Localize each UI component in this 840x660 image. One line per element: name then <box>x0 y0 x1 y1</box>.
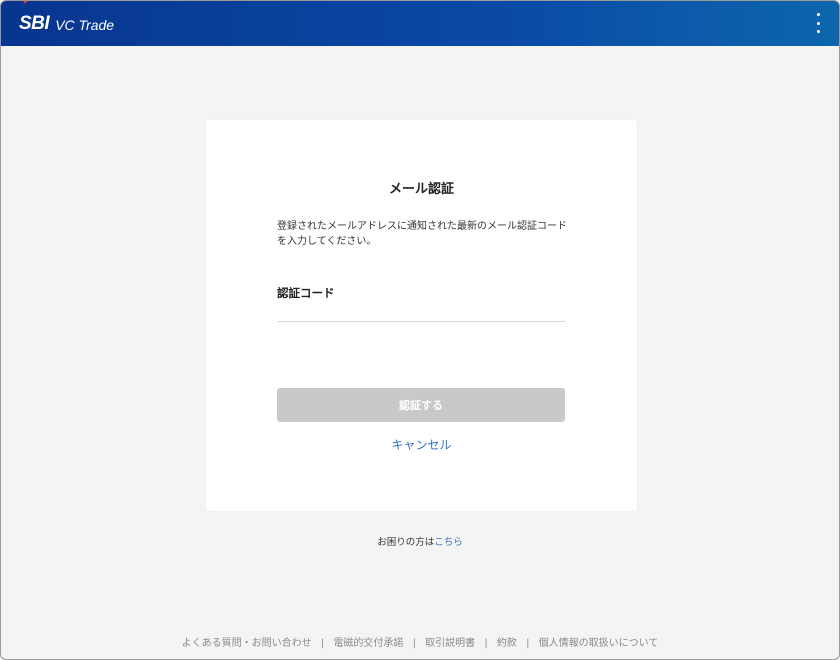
help-link[interactable]: こちら <box>434 537 463 548</box>
footer-link-terms[interactable]: 約款 <box>497 638 517 649</box>
footer-separator: | <box>320 638 325 649</box>
app-window: SBI VC Trade メール認証 登録されたメールアドレスに通知された最新の… <box>0 0 840 660</box>
logo-mark: SBI <box>19 12 50 34</box>
footer-link-faq[interactable]: よくある質問・お問い合わせ <box>182 638 312 649</box>
footer-separator: | <box>484 638 488 649</box>
cancel-link[interactable]: キャンセル <box>206 436 637 453</box>
help-prefix: お困りの方は <box>377 537 435 548</box>
help-text: お困りの方はこちら <box>1 534 839 548</box>
footer-link-electronic-delivery[interactable]: 電磁的交付承諾 <box>333 638 403 649</box>
footer-separator: | <box>526 638 530 649</box>
top-bar: SBI VC Trade <box>1 1 839 46</box>
code-field-label: 認証コード <box>277 286 335 300</box>
vertical-ellipsis-icon[interactable] <box>813 13 823 33</box>
email-verification-card: メール認証 登録されたメールアドレスに通知された最新のメール認証コードを入力して… <box>206 120 637 511</box>
footer-link-privacy[interactable]: 個人情報の取扱いについて <box>539 638 659 649</box>
verify-button[interactable]: 認証する <box>277 388 565 422</box>
verification-code-input[interactable] <box>277 302 565 322</box>
page-title: メール認証 <box>388 182 454 197</box>
footer-link-trading-explanation[interactable]: 取引説明書 <box>425 638 475 649</box>
logo-arc-icon <box>23 1 28 4</box>
sbi-vc-trade-logo[interactable]: SBI VC Trade <box>19 1 114 46</box>
footer-separator: | <box>412 638 416 649</box>
footer-links: よくある質問・お問い合わせ | 電磁的交付承諾 | 取引説明書 | 約款 | 個… <box>1 634 839 649</box>
instruction-text: 登録されたメールアドレスに通知された最新のメール認証コードを入力してください。 <box>277 221 567 247</box>
logo-text: VC Trade <box>55 17 115 33</box>
